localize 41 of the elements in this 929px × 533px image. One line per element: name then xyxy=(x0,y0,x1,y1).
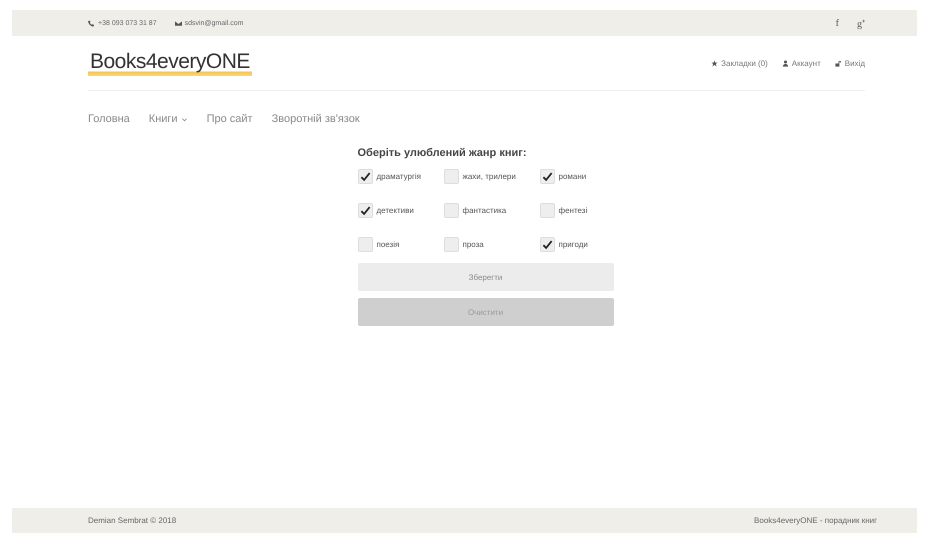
form-title: Оберіть улюблений жанр книг: xyxy=(358,147,528,159)
nav-link[interactable]: Зворотній зв'язок xyxy=(272,113,360,125)
check-icon xyxy=(542,171,552,182)
checkbox-label: фентезі xyxy=(558,206,588,215)
nav-link[interactable]: Про сайт xyxy=(206,113,253,125)
checkbox-label: жахи, трилери xyxy=(462,172,516,181)
check-icon xyxy=(360,171,370,182)
save-button[interactable]: Зберегти xyxy=(358,263,614,291)
checkbox-label: романи xyxy=(558,172,586,181)
checkbox[interactable] xyxy=(358,169,372,184)
user-icon xyxy=(782,60,789,66)
checkbox[interactable] xyxy=(444,237,458,252)
checkbox-label: пригоди xyxy=(558,240,588,249)
unlock-icon xyxy=(834,60,842,66)
checkbox[interactable] xyxy=(358,203,372,218)
header-link[interactable]: Закладки (0) xyxy=(711,58,768,68)
check-icon xyxy=(542,239,552,250)
checkbox[interactable] xyxy=(540,237,554,252)
header-link[interactable]: Вихід xyxy=(834,58,865,68)
checkbox[interactable] xyxy=(444,203,458,218)
mail-icon xyxy=(174,20,182,26)
social-link[interactable]: g⁺ xyxy=(857,16,865,30)
nav-link[interactable]: Книги xyxy=(148,113,188,125)
nav-link[interactable]: Головна xyxy=(88,113,130,125)
checkbox-label: драматургія xyxy=(376,172,421,181)
footer-tagline: Books4everyONE - порадник книг xyxy=(754,516,877,525)
checkbox[interactable] xyxy=(444,169,458,184)
checkbox-label: детективи xyxy=(376,206,414,215)
checkbox[interactable] xyxy=(540,169,554,184)
checkbox-label: проза xyxy=(462,240,484,249)
check-icon xyxy=(360,205,370,216)
checkbox[interactable] xyxy=(358,237,372,252)
logo[interactable]: Books4everyONE xyxy=(88,50,252,76)
social-link[interactable]: f xyxy=(836,18,839,28)
header-link[interactable]: Аккаунт xyxy=(782,58,821,68)
phone-icon xyxy=(88,20,95,26)
copyright-text: Demian Sembrat © 2018 xyxy=(88,516,176,525)
star-icon xyxy=(711,60,718,66)
checkbox-label: поезія xyxy=(376,240,400,249)
checkbox-label: фантастика xyxy=(462,206,506,215)
checkbox[interactable] xyxy=(540,203,554,218)
